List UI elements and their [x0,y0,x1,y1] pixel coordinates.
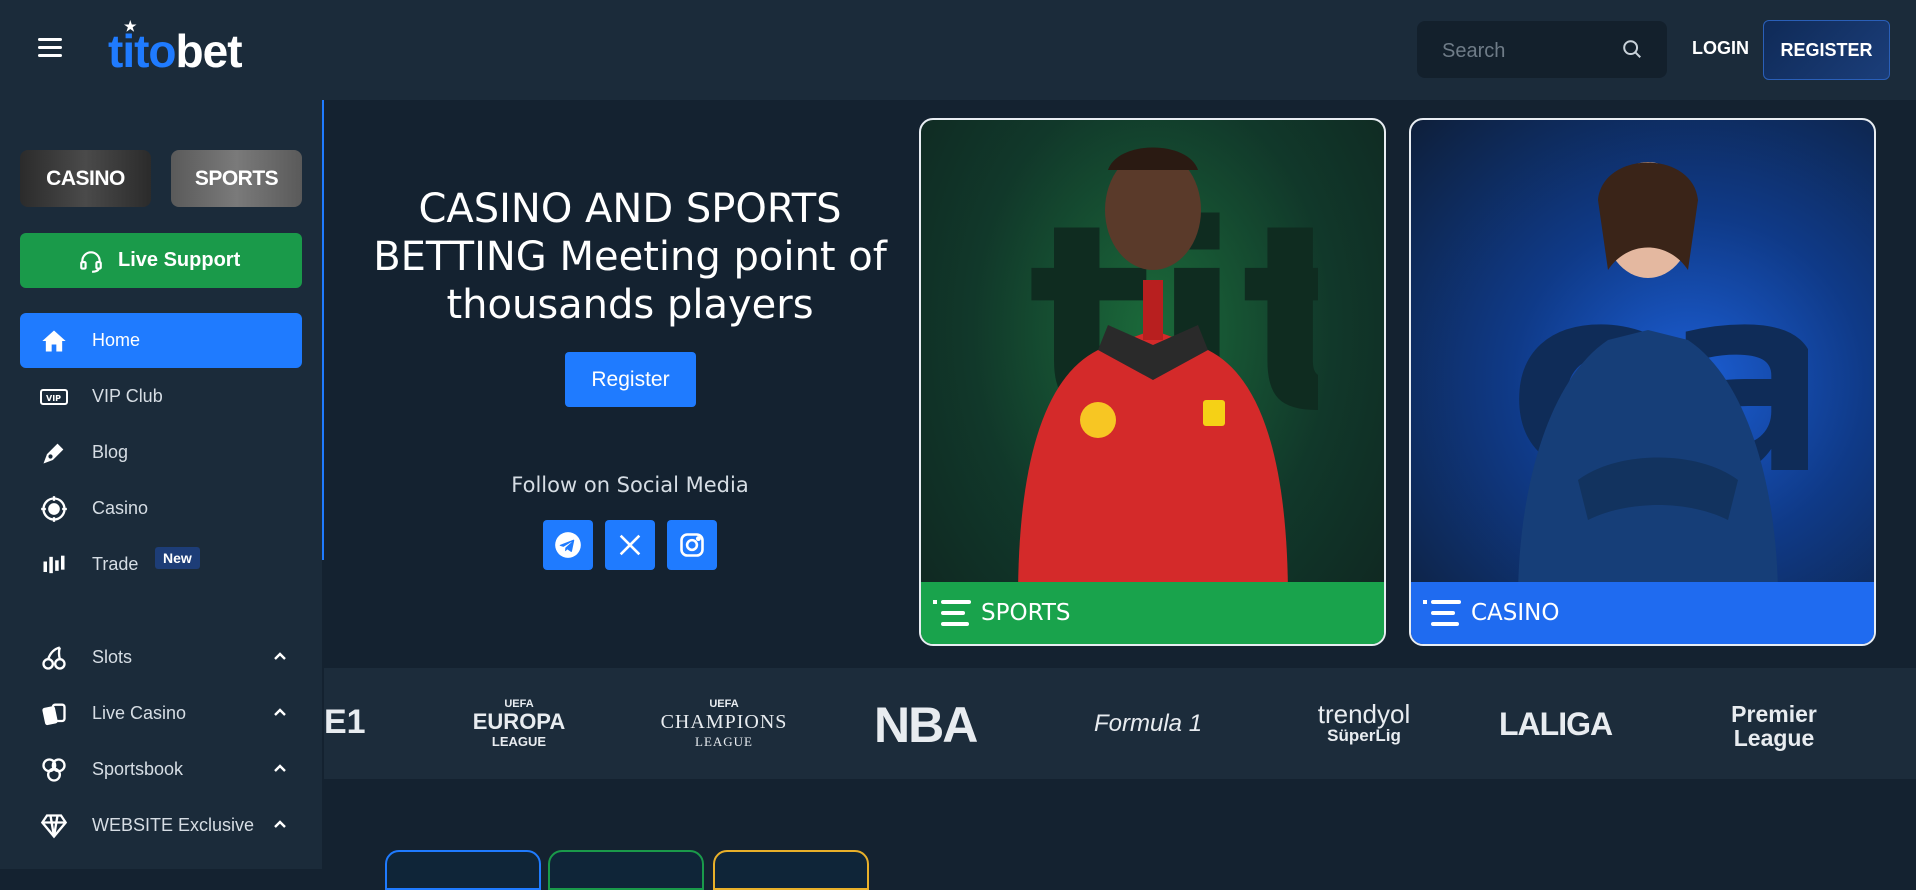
x-button[interactable] [605,520,655,570]
cards-icon [42,703,66,726]
sidebar-item-label: Casino [92,498,149,518]
league-logo-europa[interactable]: UEFA EUROPA LEAGUE [464,698,574,749]
chevron-up-icon[interactable] [272,816,288,832]
sidebar-item-label: Live Casino [92,703,187,723]
casino-chip-icon [41,496,67,522]
sidebar-scrollbar[interactable] [322,100,324,560]
sports-balls-icon [42,758,66,782]
search-icon[interactable] [1621,38,1643,60]
menu-lines-icon [1423,600,1461,626]
sidebar-item-label: Sportsbook [92,759,184,779]
candlestick-icon [43,555,65,574]
sidebar-item-label: WEBSITE Exclusive [92,815,255,835]
league-logo-premier[interactable]: Premier League [1704,702,1844,750]
sidebar-item-label: Blog [92,442,129,462]
sidebar-item-casino[interactable]: Casino [20,481,302,536]
telegram-button[interactable] [543,520,593,570]
sidebar-item-trade[interactable]: Trade New [20,537,302,592]
live-support-button[interactable]: Live Support [20,233,302,288]
cherries-icon [42,646,66,670]
hero-headline: CASINO AND SPORTS BETTING Meeting point … [373,186,887,328]
live-support-label: Live Support [118,249,241,271]
sports-category-button[interactable]: SPORTS [171,150,302,207]
follow-social-label: Follow on Social Media [511,473,749,497]
login-button[interactable]: LOGIN [1692,38,1749,59]
svg-text:VIP: VIP [46,394,61,403]
top-bar: ★ titobet Search LOGIN REGISTER [0,0,1916,100]
search-input[interactable]: Search [1417,21,1667,78]
x-icon [619,534,641,556]
sports-promo-card[interactable]: tit SPORTS [919,118,1386,646]
sports-card-bar[interactable]: SPORTS [921,582,1384,644]
casino-category-button[interactable]: CASINO [20,150,151,207]
hero-register-button[interactable]: Register [565,352,696,407]
chevron-up-icon[interactable] [272,760,288,776]
sidebar-item-website-exclusive[interactable]: WEBSITE Exclusive [20,798,302,853]
game-card-1[interactable] [385,850,541,890]
sidebar-item-label: VIP Club [92,386,163,406]
sports-card-label: SPORTS [981,600,1071,626]
search-placeholder: Search [1442,40,1506,62]
league-logo-superlig[interactable]: trendyol SüperLig [1289,701,1439,746]
casino-card-bar[interactable]: CASINO [1411,582,1874,644]
sidebar-item-label: Home [92,330,141,350]
hamburger-menu-icon[interactable] [38,38,62,58]
casino-promo-card[interactable]: ca CASINO [1409,118,1876,646]
headset-icon [80,251,102,273]
logo-star-icon: ★ [124,18,137,34]
menu-lines-icon [933,600,971,626]
sidebar-item-vip-club[interactable]: VIP VIP Club [20,369,302,424]
sidebar-item-label: Slots [92,647,133,667]
league-logo-partial[interactable]: E1 [324,703,366,742]
game-card-2[interactable] [548,850,704,890]
sidebar-item-live-casino[interactable]: Live Casino [20,686,302,741]
instagram-button[interactable] [667,520,717,570]
vip-icon: VIP [40,389,68,405]
league-logo-champions[interactable]: UEFA CHAMPIONS LEAGUE [654,698,794,750]
sidebar-item-blog[interactable]: Blog [20,425,302,480]
sidebar-item-slots[interactable]: Slots [20,630,302,685]
chevron-up-icon[interactable] [272,648,288,664]
instagram-icon [680,533,704,557]
casino-card-label: CASINO [1471,600,1560,626]
casino-host-image: ca [1508,162,1808,600]
pen-icon [43,443,64,464]
site-logo[interactable]: ★ titobet [108,18,243,78]
sidebar-item-home[interactable]: Home [20,313,302,368]
league-logo-nba[interactable]: NBA [874,696,978,754]
telegram-icon [555,532,581,558]
diamond-icon [40,814,68,839]
race-driver-image: tit [1017,147,1318,600]
chevron-up-icon[interactable] [272,704,288,720]
game-card-3[interactable] [713,850,869,890]
sidebar-item-label: Trade [92,554,139,574]
new-badge: New [155,547,200,569]
register-button[interactable]: REGISTER [1763,20,1890,80]
league-logo-laliga[interactable]: LALIGA [1499,706,1613,743]
league-logos-strip: E1 UEFA EUROPA LEAGUE UEFA CHAMPIONS LEA… [324,668,1916,779]
league-logo-formula1[interactable]: Formula 1 [1094,710,1202,738]
home-icon [42,330,66,352]
sidebar-item-sportsbook[interactable]: Sportsbook [20,742,302,797]
